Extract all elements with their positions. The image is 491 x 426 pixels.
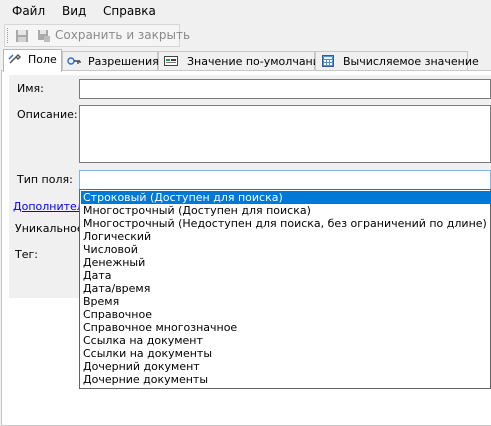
menu-view[interactable]: Вид (62, 4, 86, 18)
field-type-label: Тип поля: (17, 173, 73, 186)
name-input[interactable] (79, 79, 491, 99)
tab-computed-value-label: Вычисляемое значение (343, 55, 479, 68)
save-icon[interactable] (15, 29, 29, 43)
menu-file[interactable]: Файл (12, 4, 45, 18)
field-type-option[interactable]: Дата/время (81, 282, 491, 295)
save-close-icon (38, 30, 50, 42)
tab-computed-value[interactable]: Вычисляемое значение (315, 51, 479, 71)
save-and-close-label: Сохранить и закрыть (55, 28, 191, 42)
field-type-option[interactable]: Строковый (Доступен для поиска) (81, 191, 491, 204)
name-label: Имя: (17, 82, 44, 95)
description-textarea[interactable] (79, 105, 491, 163)
field-type-option[interactable]: Справочное (81, 308, 491, 321)
tab-strip: Поле Разрешения Значение по-умолчанию Вы… (0, 49, 491, 72)
tab-permissions[interactable]: Разрешения (62, 51, 159, 71)
toolbar-grip[interactable] (7, 28, 10, 43)
field-type-option[interactable]: Время (81, 295, 491, 308)
field-type-option[interactable]: Справочное многозначное (81, 321, 491, 334)
field-type-option[interactable]: Логический (81, 230, 491, 243)
tab-default-value-label: Значение по-умолчанию (187, 55, 330, 68)
field-type-option[interactable]: Денежный (81, 256, 491, 269)
field-type-option[interactable]: Ссылки на документы (81, 347, 491, 360)
tab-default-value[interactable]: Значение по-умолчанию (158, 51, 329, 71)
tab-permissions-label: Разрешения (88, 55, 159, 68)
field-type-option[interactable]: Дочерние документы (81, 373, 491, 386)
field-type-select[interactable] (79, 170, 491, 190)
tag-label: Тег: (15, 248, 38, 261)
key-icon (67, 57, 81, 65)
calculator-icon (322, 55, 334, 67)
menu-bar: Файл Вид Справка (0, 0, 491, 23)
toolbar: Сохранить и закрыть (4, 24, 190, 47)
tab-field[interactable]: Поле (3, 49, 62, 72)
wrench-icon (8, 53, 22, 64)
description-label: Описание: (17, 108, 78, 121)
field-type-dropdown-list[interactable]: Строковый (Доступен для поиска) Многостро… (79, 189, 491, 389)
field-type-option[interactable]: Многострочный (Недоступен для поиска, бе… (81, 217, 491, 230)
field-type-option[interactable]: Числовой (81, 243, 491, 256)
field-type-option[interactable]: Многострочный (Доступен для поиска) (81, 204, 491, 217)
default-value-icon (164, 56, 178, 66)
field-type-option[interactable]: Дочерний документ (81, 360, 491, 373)
unique-label: Уникальное (15, 222, 84, 235)
menu-help[interactable]: Справка (103, 4, 156, 18)
tab-field-label: Поле (28, 53, 57, 66)
field-type-option[interactable]: Ссылка на документ (81, 334, 491, 347)
field-type-option[interactable]: Дата (81, 269, 491, 282)
